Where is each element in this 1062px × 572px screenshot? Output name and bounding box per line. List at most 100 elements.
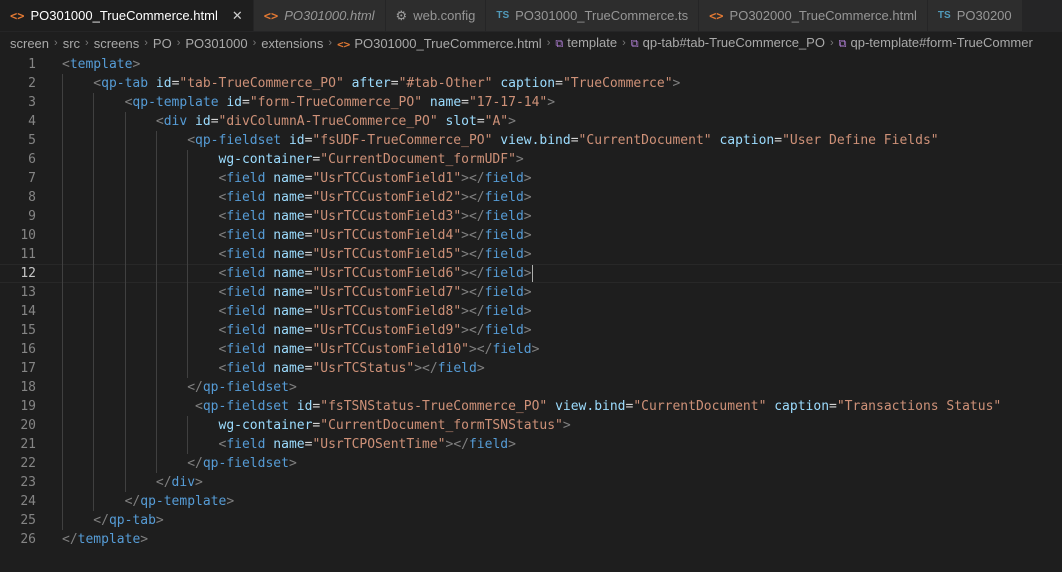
code-token: qp-template — [132, 95, 219, 110]
code-text: <qp-fieldset id="fsUDF-TrueCommerce_PO" … — [36, 131, 939, 150]
code-line[interactable]: 10 <field name="UsrTCCustomField4"></fiel… — [0, 226, 1062, 245]
code-line[interactable]: 20 wg-container="CurrentDocument_formTSNS… — [0, 416, 1062, 435]
code-line[interactable]: 6 wg-container="CurrentDocument_formUDF"> — [0, 150, 1062, 169]
code-text: wg-container="CurrentDocument_formTSNSta… — [36, 416, 571, 435]
code-token: caption — [774, 399, 830, 414]
code-line[interactable]: 25 </qp-tab> — [0, 511, 1062, 530]
code-line[interactable]: 26 </template> — [0, 530, 1062, 549]
code-token: > — [523, 209, 532, 224]
breadcrumb-label: template — [567, 35, 618, 50]
indent-guide — [187, 340, 189, 359]
indent-guide — [124, 131, 126, 150]
tab-po301000-truecommerce-ts[interactable]: TS PO301000_TrueCommerce.ts — [486, 0, 700, 31]
code-token: > — [476, 361, 485, 376]
symbol-icon: ⧉ — [555, 38, 564, 50]
close-icon[interactable]: ✕ — [232, 8, 243, 24]
breadcrumb-label: screen — [10, 35, 50, 51]
code-text: <field name="UsrTCCustomField3"></field> — [36, 207, 532, 226]
code-line[interactable]: 9 <field name="UsrTCCustomField3"></field… — [0, 207, 1062, 226]
code-token: name — [273, 304, 305, 319]
breadcrumb-item[interactable]: src — [63, 36, 80, 51]
code-line[interactable]: 14 <field name="UsrTCCustomField8"></fiel… — [0, 302, 1062, 321]
indent-guide — [124, 150, 126, 169]
breadcrumb-item[interactable]: ⧉ qp-tab#tab-TrueCommerce_PO — [631, 35, 825, 51]
indent-guide — [93, 226, 95, 245]
line-number: 26 — [20, 532, 36, 547]
code-line[interactable]: 15 <field name="UsrTCCustomField9"></fiel… — [0, 321, 1062, 340]
indent-guide — [124, 283, 126, 302]
code-token: field — [226, 247, 266, 262]
indent-guide — [155, 397, 157, 416]
code-editor[interactable]: 1 <template> 2 <qp-tab id="tab-TrueCommerce… — [0, 54, 1062, 549]
tab-po301000-html[interactable]: <> PO301000.html — [253, 0, 386, 31]
code-token: ></ — [461, 209, 485, 224]
breadcrumb-item[interactable]: extensions — [261, 36, 323, 51]
breadcrumb-item[interactable]: <> PO301000_TrueCommerce.html — [337, 36, 542, 51]
code-token: > — [515, 152, 524, 167]
code-token: field — [484, 171, 524, 186]
tab-po30200[interactable]: TS PO30200 — [927, 0, 1023, 31]
indent-guide — [62, 378, 63, 397]
tab-web-config[interactable]: ⚙ web.config — [385, 0, 487, 31]
code-line[interactable]: 3 <qp-template id="form-TrueCommerce_PO" … — [0, 93, 1062, 112]
tab-po301000-truecommerce-html[interactable]: <> PO301000_TrueCommerce.html ✕ — [0, 0, 254, 31]
breadcrumb-item[interactable]: screens — [94, 36, 140, 51]
tab-po302000-truecommerce-html[interactable]: <> PO302000_TrueCommerce.html — [699, 0, 928, 31]
code-line[interactable]: 16 <field name="UsrTCCustomField10"></fie… — [0, 340, 1062, 359]
code-line[interactable]: 5 <qp-fieldset id = "fsUDF-TrueCommerce_PO"… — [0, 131, 1062, 150]
code-token: "UsrTCCustomField4" — [312, 228, 462, 243]
breadcrumb-label: PO301000 — [185, 35, 248, 51]
code-line[interactable]: 17 <field name="UsrTCStatus"></field> — [0, 359, 1062, 378]
indent-guide — [62, 340, 63, 359]
code-line[interactable]: 12 <field name="UsrTCCustomField6"></fiel… — [0, 264, 1062, 283]
code-token: "CurrentDocument" — [578, 133, 712, 148]
code-line[interactable]: 8 <field name="UsrTCCustomField2"></field… — [0, 188, 1062, 207]
code-line[interactable]: 21 <field name="UsrTCPOSentTime"></field> — [0, 435, 1062, 454]
breadcrumb-item[interactable]: ⧉ qp-template#form-TrueCommer — [839, 35, 1033, 51]
code-token: "fsTSNStatus-TrueCommerce_PO" — [320, 399, 548, 414]
code-line[interactable]: 11 <field name="UsrTCCustomField5"></fiel… — [0, 245, 1062, 264]
code-token: qp-tab — [108, 513, 156, 528]
code-line[interactable]: 18 </qp-fieldset> — [0, 378, 1062, 397]
code-line[interactable]: 7 <field name="UsrTCCustomField1"></field… — [0, 169, 1062, 188]
breadcrumb-item[interactable]: PO301000 — [185, 36, 247, 51]
line-number: 2 — [28, 76, 36, 91]
code-token: = — [555, 76, 563, 91]
indent-guide — [93, 321, 95, 340]
code-line[interactable]: 22 </qp-fieldset> — [0, 454, 1062, 473]
typescript-file-icon: TS — [937, 10, 951, 21]
tab-label: PO301000.html — [284, 8, 375, 23]
html-file-icon: <> — [337, 37, 351, 51]
breadcrumb-item[interactable]: screen — [10, 36, 49, 51]
breadcrumb-item[interactable]: PO — [153, 36, 172, 51]
indent-guide — [62, 264, 63, 283]
indent-guide — [155, 378, 157, 397]
line-number: 1 — [28, 57, 36, 72]
indent-guide — [93, 112, 95, 131]
code-text: <field name="UsrTCCustomField4"></field> — [36, 226, 532, 245]
code-line[interactable]: 2 <qp-tab id="tab-TrueCommerce_PO" after=… — [0, 74, 1062, 93]
breadcrumb-label: PO301000_TrueCommerce.html — [354, 35, 542, 51]
code-token: field — [226, 323, 266, 338]
code-token: > — [155, 513, 164, 528]
indent-guide — [62, 454, 63, 473]
tab-label: PO302000_TrueCommerce.html — [729, 8, 917, 23]
code-line[interactable]: 1 <template> — [0, 55, 1062, 74]
indent-guide — [62, 435, 63, 454]
indent-guide — [187, 245, 189, 264]
code-token: < — [155, 114, 164, 129]
code-line[interactable]: 23 </div> — [0, 473, 1062, 492]
code-token: > — [288, 380, 297, 395]
code-line[interactable]: 4 <div id="divColumnA-TrueCommerce_PO" sl… — [0, 112, 1062, 131]
code-line[interactable]: 19 <qp-fieldset id = "fsTSNStatus-TrueComm… — [0, 397, 1062, 416]
breadcrumb-item[interactable]: ⧉ template — [555, 35, 617, 51]
line-number: 11 — [20, 247, 36, 262]
code-line[interactable]: 24 </qp-template> — [0, 492, 1062, 511]
code-token: = — [774, 133, 783, 148]
indent-guide — [62, 226, 63, 245]
code-token: qp-tab — [101, 76, 149, 91]
breadcrumb: screen › src › screens › PO › PO301000 › extension… — [0, 32, 1062, 54]
line-number: 8 — [28, 190, 36, 205]
code-line[interactable]: 13 <field name="UsrTCCustomField7"></fiel… — [0, 283, 1062, 302]
